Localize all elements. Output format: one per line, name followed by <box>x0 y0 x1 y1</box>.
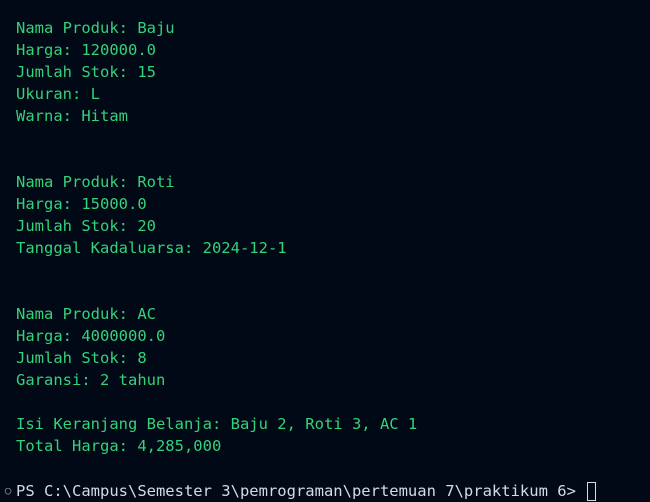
output-line-price: Harga: 4000000.0 <box>16 327 166 345</box>
prompt-status-icon: ○ <box>4 484 12 497</box>
output-line-cart-total: Total Harga: 4,285,000 <box>16 437 222 455</box>
output-line-stock: Jumlah Stok: 15 <box>16 63 156 81</box>
output-line-expiry: Tanggal Kadaluarsa: 2024-12-1 <box>16 239 287 257</box>
text-cursor[interactable] <box>587 481 597 501</box>
output-line-stock: Jumlah Stok: 8 <box>16 349 147 367</box>
output-line-warranty: Garansi: 2 tahun <box>16 371 166 389</box>
output-line-price: Harga: 120000.0 <box>16 41 156 59</box>
output-line-product-name: Nama Produk: Roti <box>16 173 175 191</box>
output-line-price: Harga: 15000.0 <box>16 195 147 213</box>
output-line-product-name: Nama Produk: AC <box>16 305 156 323</box>
output-line-size: Ukuran: L <box>16 85 100 103</box>
terminal-panel[interactable]: Nama Produk: Baju Harga: 120000.0 Jumlah… <box>0 0 650 502</box>
command-prompt[interactable]: ○ PS C:\Campus\Semester 3\pemrograman\pe… <box>0 480 597 502</box>
output-line-product-name: Nama Produk: Baju <box>16 19 175 37</box>
output-line-color: Warna: Hitam <box>16 107 128 125</box>
output-line-stock: Jumlah Stok: 20 <box>16 217 156 235</box>
output-line-cart-contents: Isi Keranjang Belanja: Baju 2, Roti 3, A… <box>16 415 418 433</box>
prompt-path: PS C:\Campus\Semester 3\pemrograman\pert… <box>16 482 586 500</box>
